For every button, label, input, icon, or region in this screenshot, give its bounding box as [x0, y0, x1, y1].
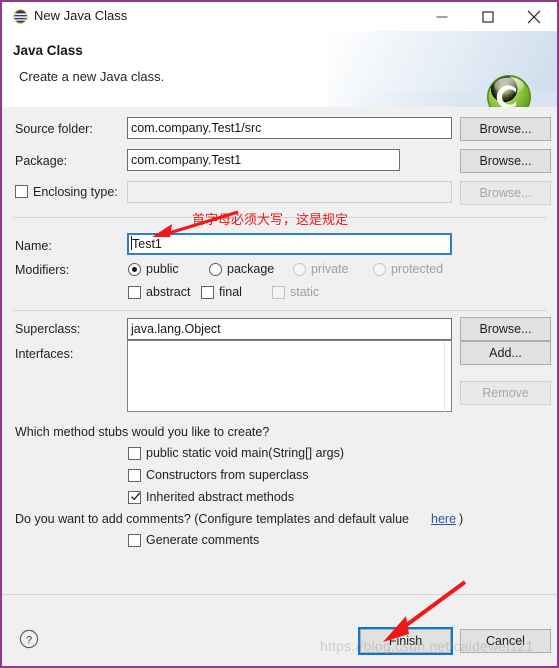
- modifier-label-package: package: [227, 262, 275, 276]
- interfaces-label: Interfaces:: [15, 347, 74, 361]
- source-folder-input[interactable]: com.company.Test1/src: [127, 117, 452, 139]
- modifier-checkbox-static: [272, 286, 285, 299]
- green-c-sphere-logo: [485, 73, 533, 107]
- modifier-radio-package[interactable]: [209, 263, 222, 276]
- name-input-value: Test1: [132, 237, 162, 251]
- superclass-label: Superclass:: [15, 322, 81, 336]
- radio-dot: [132, 267, 137, 272]
- comments-question-prefix: Do you want to add comments? (Configure …: [15, 512, 409, 526]
- page-title: Java Class: [13, 43, 83, 58]
- java-class-icon: [13, 9, 28, 24]
- stub-checkbox-inherited[interactable]: [128, 491, 141, 504]
- enclosing-type-checkbox[interactable]: [15, 185, 28, 198]
- svg-text:?: ?: [26, 634, 32, 646]
- title-bar: New Java Class: [2, 2, 557, 31]
- superclass-browse-button[interactable]: Browse...: [460, 317, 551, 341]
- package-input[interactable]: com.company.Test1: [127, 149, 400, 171]
- interfaces-remove-button: Remove: [460, 381, 551, 405]
- modifier-radio-protected: [373, 263, 386, 276]
- modifier-label-private: private: [311, 262, 349, 276]
- close-icon[interactable]: [511, 2, 557, 31]
- name-label: Name:: [15, 239, 52, 253]
- enclosing-type-label: Enclosing type:: [33, 185, 118, 199]
- stub-checkbox-main[interactable]: [128, 447, 141, 460]
- name-input[interactable]: Test1: [127, 233, 452, 255]
- new-java-class-dialog: New Java Class Java Class Create a new J…: [0, 0, 559, 668]
- stub-label-inherited: Inherited abstract methods: [146, 490, 294, 504]
- interfaces-list-scrollbar[interactable]: [444, 342, 445, 412]
- help-icon[interactable]: ?: [19, 629, 39, 649]
- maximize-button[interactable]: [465, 2, 511, 31]
- modifier-label-protected: protected: [391, 262, 444, 276]
- modifier-radio-public[interactable]: [128, 263, 141, 276]
- annotation-note-name: 首字母必须大写，这是规定: [192, 213, 349, 228]
- modifier-label-static: static: [290, 285, 320, 299]
- package-browse-button[interactable]: Browse...: [460, 149, 551, 173]
- modifier-checkbox-abstract[interactable]: [128, 286, 141, 299]
- finish-button[interactable]: Finish: [360, 629, 451, 653]
- enclosing-type-input: [127, 181, 452, 203]
- method-stubs-question: Which method stubs would you like to cre…: [15, 425, 270, 439]
- window-title: New Java Class: [34, 8, 128, 23]
- source-folder-browse-button[interactable]: Browse...: [460, 117, 551, 141]
- package-label: Package:: [15, 154, 68, 168]
- stub-label-constructors: Constructors from superclass: [146, 468, 309, 482]
- section-divider-2: [13, 310, 546, 311]
- modifier-radio-private: [293, 263, 306, 276]
- source-folder-label: Source folder:: [15, 122, 93, 136]
- modifier-label-abstract: abstract: [146, 285, 191, 299]
- dialog-body: Source folder: com.company.Test1/src Bro…: [2, 107, 557, 593]
- dialog-header: Java Class Create a new Java class.: [2, 31, 557, 107]
- modifier-label-public: public: [146, 262, 179, 276]
- generate-comments-label: Generate comments: [146, 533, 260, 547]
- cancel-button[interactable]: Cancel: [460, 629, 551, 653]
- page-subtitle: Create a new Java class.: [19, 69, 165, 84]
- modifier-checkbox-final[interactable]: [201, 286, 214, 299]
- superclass-input[interactable]: java.lang.Object: [127, 318, 452, 340]
- modifier-label-final: final: [219, 285, 242, 299]
- enclosing-type-browse-button: Browse...: [460, 181, 551, 205]
- configure-templates-link[interactable]: here: [431, 512, 456, 526]
- generate-comments-checkbox[interactable]: [128, 534, 141, 547]
- stub-label-main: public static void main(String[] args): [146, 446, 344, 460]
- interfaces-add-button[interactable]: Add...: [460, 341, 551, 365]
- comments-question-suffix: ): [459, 512, 464, 526]
- checkmark-icon: [131, 492, 141, 501]
- modifiers-label: Modifiers:: [15, 263, 70, 277]
- interfaces-list[interactable]: [127, 340, 452, 412]
- minimize-button[interactable]: [419, 2, 465, 31]
- stub-checkbox-constructors[interactable]: [128, 469, 141, 482]
